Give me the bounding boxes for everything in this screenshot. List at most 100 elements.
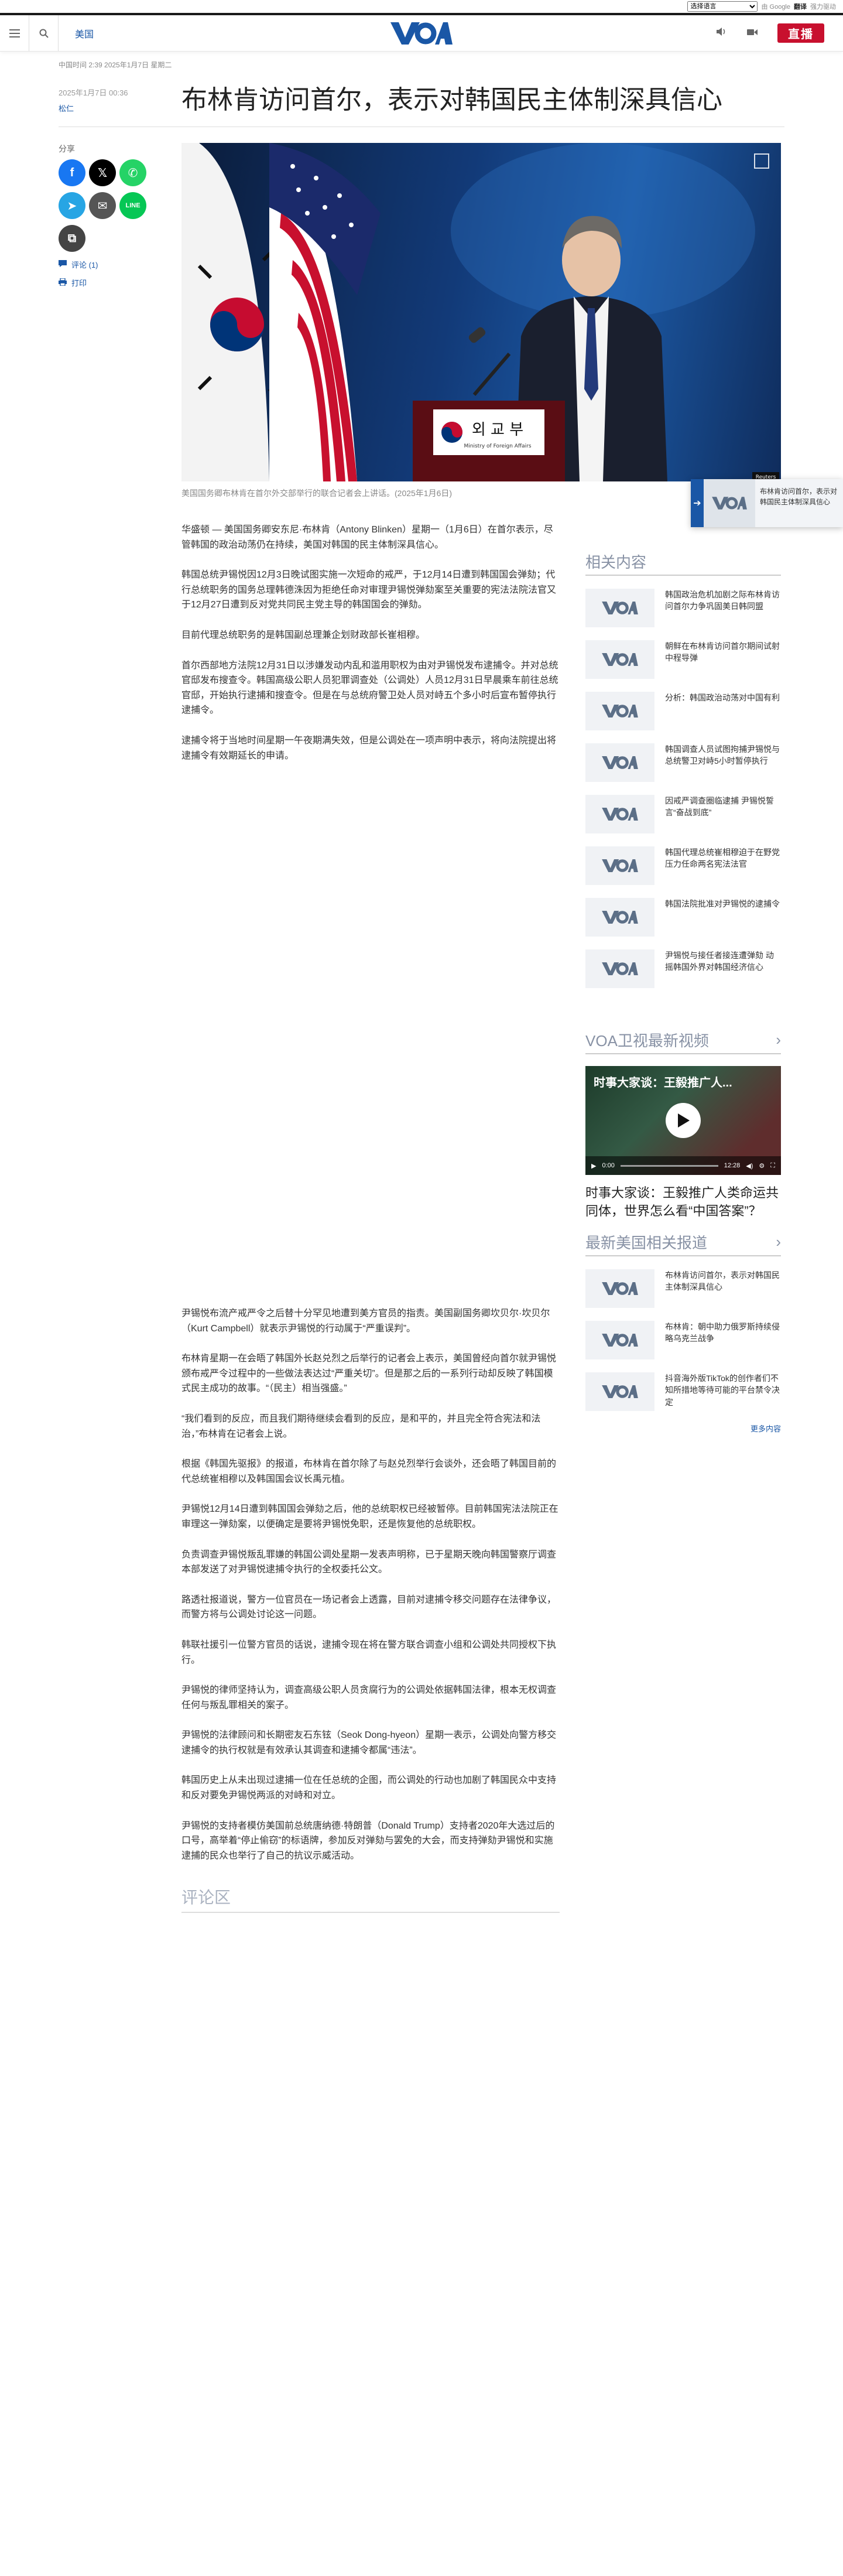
hero-image: 외 교 부 Ministry of Foreign Affairs Reuter… xyxy=(181,143,781,481)
article-paragraph: 尹锡悦布流产戒严令之后替十分罕见地遭到美方官员的指责。美国副国务卿坎贝尔·坎贝尔… xyxy=(181,1309,550,1334)
article-paragraph: 布林肯星期一在会晤了韩国外长赵兑烈之后举行的记者会上表示，美国曾经向首尔就尹锡悦… xyxy=(181,1354,557,1394)
related-item[interactable]: 韩国法院批准对尹锡悦的逮捕令 xyxy=(585,898,781,937)
related-item[interactable]: 因戒严调查圈临逮捕 尹锡悦誓言“奋战到底” xyxy=(585,795,781,833)
video-player[interactable]: 时事大家谈：王毅推广人... ▶ 0:00 12:28 ◀) ⚙ ⛶ xyxy=(585,1066,781,1175)
related-item[interactable]: 韩国政治危机加剧之际布林肯访问首尔力争巩固美日韩同盟 xyxy=(585,589,781,627)
print-link-label: 打印 xyxy=(71,279,87,288)
email-share-icon[interactable]: ✉ xyxy=(89,192,116,219)
article-paragraph: 尹锡悦的支持者模仿美国前总统唐纳德·特朗普（Donald Trump）支持者20… xyxy=(181,1820,555,1861)
article-meta: 2025年1月7日 00:36 松仁 xyxy=(59,87,158,114)
article-body-bottom: 尹锡悦布流产戒严令之后替十分罕见地遭到美方官员的指责。美国副国务卿坎贝尔·坎贝尔… xyxy=(181,1306,560,1878)
facebook-share-icon[interactable]: f xyxy=(59,159,85,186)
voa-thumbnail xyxy=(585,949,654,988)
related-item[interactable]: 朝鲜在布林肯访问首尔期间试射中程导弹 xyxy=(585,640,781,679)
volume-icon[interactable]: ◀) xyxy=(746,1162,753,1170)
video-progress-bar[interactable] xyxy=(620,1164,718,1167)
language-select[interactable]: 选择语言 xyxy=(687,1,758,12)
latest-item[interactable]: 抖音海外版TikTok的创作者们不知所措地等待可能的平台禁令决定 xyxy=(585,1372,781,1411)
arrow-right-icon[interactable]: ➔ xyxy=(691,479,704,527)
play-small-icon[interactable]: ▶ xyxy=(591,1162,596,1170)
related-item[interactable]: 韩国代理总统崔相穆迫于在野党压力任命两名宪法法官 xyxy=(585,846,781,885)
floating-article-title: 布林肯访问首尔，表示对韩国民主体制深具信心 xyxy=(760,487,838,506)
whatsapp-share-icon[interactable]: ✆ xyxy=(119,159,146,186)
publish-date: 2025年1月7日 00:36 xyxy=(59,88,128,97)
voa-logo[interactable] xyxy=(389,21,454,46)
expand-icon[interactable] xyxy=(754,153,769,169)
voa-thumbnail xyxy=(585,743,654,782)
article-paragraph: “我们看到的反应，而且我们期待继续会看到的反应，是和平的，并且完全符合宪法和法治… xyxy=(181,1413,541,1439)
audio-icon[interactable] xyxy=(717,28,727,39)
latest-item[interactable]: 布林肯访问首尔，表示对韩国民主体制深具信心 xyxy=(585,1269,781,1308)
voa-thumbnail xyxy=(585,692,654,730)
article-paragraph: 尹锡悦的律师坚持认为，调查高级公职人员贪腐行为的公调处依据韩国法律，根本无权调查… xyxy=(181,1685,557,1710)
article-paragraph: 韩联社援引一位警方官员的话说，逮捕令现在将在警方联合调查小组和公调处共同授权下执… xyxy=(181,1639,557,1665)
hero-illustration: 외 교 부 Ministry of Foreign Affairs Reuter… xyxy=(181,143,779,481)
site-header: 美国 直播 xyxy=(0,15,843,52)
comments-heading: 评论区 xyxy=(181,1885,560,1913)
more-link[interactable]: 更多内容 xyxy=(585,1423,781,1434)
article-paragraph: 韩国历史上从未出现过逮捕一位在任总统的企图，而公调处的行动也加剧了韩国民众中支持… xyxy=(181,1775,557,1801)
related-content: 相关内容 韩国政治危机加剧之际布林肯访问首尔力争巩固美日韩同盟 朝鲜在布林肯访问… xyxy=(585,551,781,988)
voa-thumbnail xyxy=(585,1269,654,1308)
sign-english-text: Ministry of Foreign Affairs xyxy=(464,443,531,449)
comments-link-label: 评论 (1) xyxy=(71,261,98,269)
menu-icon[interactable] xyxy=(0,15,29,51)
sign-korean-text: 외 교 부 xyxy=(472,421,523,439)
latest-heading[interactable]: 最新美国相关报道 › xyxy=(585,1231,781,1256)
chevron-right-icon: › xyxy=(776,1031,781,1048)
latest-item-title: 布林肯访问首尔，表示对韩国民主体制深具信心 xyxy=(665,1270,780,1292)
voa-thumbnail xyxy=(585,898,654,937)
play-icon[interactable] xyxy=(666,1103,701,1138)
video-caption[interactable]: 时事大家谈：王毅推广人类命运共同体，世界怎么看“中国答案”？ xyxy=(585,1184,781,1221)
comments-link[interactable]: 评论 (1) xyxy=(59,259,164,270)
line-share-icon[interactable]: LINE xyxy=(119,192,146,219)
x-share-icon[interactable]: 𝕏 xyxy=(89,159,116,186)
telegram-share-icon[interactable]: ➤ xyxy=(59,192,85,219)
search-icon[interactable] xyxy=(29,15,59,51)
video-icon[interactable] xyxy=(747,28,758,39)
author-link[interactable]: 松仁 xyxy=(59,103,158,114)
video-heading[interactable]: VOA卫视最新视频 › xyxy=(585,1029,781,1054)
translate-bar: 选择语言 由 Google 翻译 强力驱动 xyxy=(0,0,843,15)
video-current-time: 0:00 xyxy=(602,1162,615,1169)
article-paragraph: 根据《韩国先驱报》的报道，布林肯在首尔除了与赵兑烈举行会谈外，还会晤了韩国目前的… xyxy=(181,1459,557,1484)
latest-item-title: 抖音海外版TikTok的创作者们不知所措地等待可能的平台禁令决定 xyxy=(665,1374,780,1407)
related-item-title: 韩国调查人员试图拘捕尹锡悦与总统警卫对峙5小时暂停执行 xyxy=(665,744,780,766)
dateline: 中国时间 2:39 2025年1月7日 星期二 xyxy=(59,61,172,69)
related-item[interactable]: 分析：韩国政治动荡对中国有利 xyxy=(585,692,781,730)
chevron-right-icon: › xyxy=(776,1233,781,1251)
print-link[interactable]: 打印 xyxy=(59,277,164,288)
voa-thumbnail xyxy=(704,479,755,527)
related-item-title: 韩国政治危机加剧之际布林肯访问首尔力争巩固美日韩同盟 xyxy=(665,590,780,611)
fullscreen-icon[interactable]: ⛶ xyxy=(770,1162,775,1170)
google-translate-brand[interactable]: 翻译 xyxy=(794,2,807,11)
latest-item-title: 布林肯：朝中助力俄罗斯持续侵略乌克兰战争 xyxy=(665,1322,780,1344)
video-overlay-title: 时事大家谈：王毅推广人... xyxy=(594,1077,732,1089)
article-paragraph: 韩国总统尹锡悦因12月3日晚试图实施一次短命的戒严，于12月14日遭到韩国国会弹… xyxy=(181,570,557,610)
related-item[interactable]: 尹锡悦与接任者接连遭弹劾 动摇韩国外界对韩国经济信心 xyxy=(585,949,781,988)
video-duration: 12:28 xyxy=(724,1162,741,1169)
related-item-title: 因戒严调查圈临逮捕 尹锡悦誓言“奋战到底” xyxy=(665,796,774,818)
related-item-title: 分析：韩国政治动荡对中国有利 xyxy=(665,693,780,702)
share-label: 分享 xyxy=(59,144,75,153)
related-item-title: 朝鲜在布林肯访问首尔期间试射中程导弹 xyxy=(665,641,780,663)
settings-icon[interactable]: ⚙ xyxy=(759,1162,765,1170)
article-paragraph: 尹锡悦的法律顾问和长期密友石东铉（Seok Dong-hyeon）星期一表示，公… xyxy=(181,1730,557,1755)
article-body-top: 华盛顿 — 美国国务卿安东尼·布林肯（Antony Blinken）星期一（1月… xyxy=(181,522,560,778)
related-item[interactable]: 韩国调查人员试图拘捕尹锡悦与总统警卫对峙5小时暂停执行 xyxy=(585,743,781,782)
related-item-title: 韩国代理总统崔相穆迫于在野党压力任命两名宪法法官 xyxy=(665,848,780,869)
article-title: 布林肯访问首尔，表示对韩国民主体制深具信心 xyxy=(181,86,722,114)
latest-us-reports: 最新美国相关报道 › 布林肯访问首尔，表示对韩国民主体制深具信心 布林肯：朝中助力… xyxy=(585,1231,781,1434)
floating-article-card[interactable]: ➔ 布林肯访问首尔，表示对韩国民主体制深具信心 xyxy=(691,479,843,527)
google-powered-label: 由 Google xyxy=(761,4,790,11)
copy-link-icon[interactable]: ⧉ xyxy=(59,225,85,252)
article-paragraph: 负责调查尹锡悦叛乱罪嫌的韩国公调处星期一发表声明称，已于星期天晚向韩国警察厅调查… xyxy=(181,1549,557,1575)
video-section: VOA卫视最新视频 › 时事大家谈：王毅推广人... ▶ 0:00 12:28 ◀… xyxy=(585,1029,781,1221)
section-link[interactable]: 美国 xyxy=(59,26,94,40)
latest-item[interactable]: 布林肯：朝中助力俄罗斯持续侵略乌克兰战争 xyxy=(585,1321,781,1359)
related-heading: 相关内容 xyxy=(585,551,781,576)
comment-icon xyxy=(59,260,67,269)
video-controls: ▶ 0:00 12:28 ◀) ⚙ ⛶ xyxy=(585,1156,781,1175)
live-button[interactable]: 直播 xyxy=(777,23,824,43)
print-icon xyxy=(59,277,67,288)
